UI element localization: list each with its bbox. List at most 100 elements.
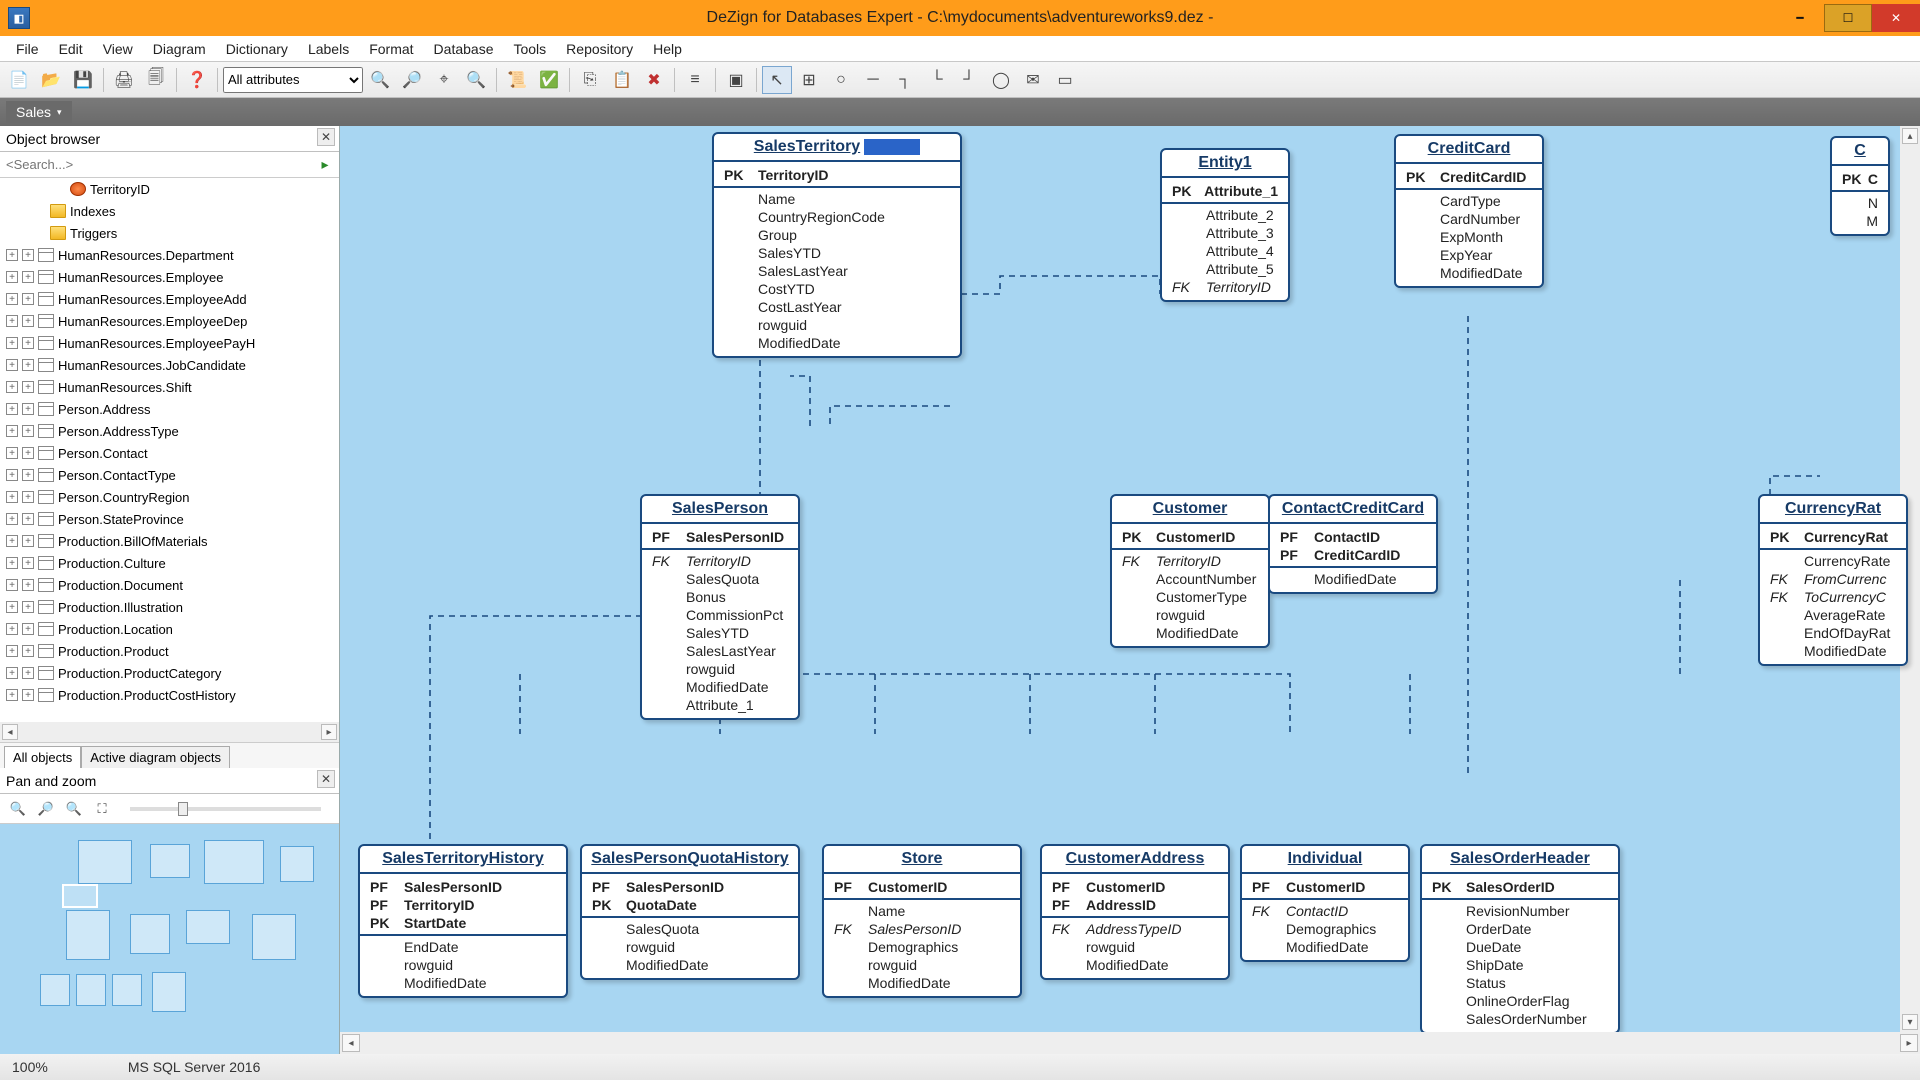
tree-table-item[interactable]: ++Person.Address — [0, 398, 339, 420]
validate-button[interactable]: ✅ — [534, 66, 564, 94]
expand-icon[interactable]: + — [22, 557, 34, 569]
entity-ContactCreditCard[interactable]: ContactCreditCardPFContactIDPFCreditCard… — [1268, 494, 1438, 594]
script-button[interactable]: 📜 — [502, 66, 532, 94]
expand-icon[interactable]: + — [6, 425, 18, 437]
note-tool[interactable]: ◯ — [986, 66, 1016, 94]
search-go-icon[interactable]: ▸ — [315, 155, 335, 175]
entity-SalesPerson[interactable]: SalesPersonPFSalesPersonIDFKTerritoryIDS… — [640, 494, 800, 720]
zoom-slider[interactable] — [130, 807, 321, 811]
save-button[interactable]: 💾 — [68, 66, 98, 94]
rel1-tool[interactable]: ─ — [858, 66, 888, 94]
tree-table-item[interactable]: ++Production.Document — [0, 574, 339, 596]
expand-icon[interactable]: + — [6, 645, 18, 657]
tree-table-item[interactable]: ++HumanResources.Shift — [0, 376, 339, 398]
tree-table-item[interactable]: ++HumanResources.EmployeeAdd — [0, 288, 339, 310]
entity-SalesTerritory[interactable]: SalesTerritoryPKTerritoryIDNameCountryRe… — [712, 132, 962, 358]
entity-Customer[interactable]: CustomerPKCustomerIDFKTerritoryIDAccount… — [1110, 494, 1270, 648]
align-button[interactable]: ≡ — [680, 66, 710, 94]
minimap[interactable] — [0, 824, 339, 1054]
zoom-fit-button[interactable]: 🔍 — [365, 66, 395, 94]
tree-table-item[interactable]: ++Production.ProductCostHistory — [0, 684, 339, 706]
entity-tool[interactable]: ⊞ — [794, 66, 824, 94]
menu-repository[interactable]: Repository — [556, 37, 643, 61]
expand-icon[interactable]: + — [6, 293, 18, 305]
zoom-area-button[interactable]: ⌖ — [429, 66, 459, 94]
expand-icon[interactable]: + — [22, 249, 34, 261]
entity-SalesOrderHeader[interactable]: SalesOrderHeaderPKSalesOrderIDRevisionNu… — [1420, 844, 1620, 1034]
expand-icon[interactable]: + — [6, 601, 18, 613]
tree-table-item[interactable]: ++Production.BillOfMaterials — [0, 530, 339, 552]
tree-table-item[interactable]: ++Person.AddressType — [0, 420, 339, 442]
scroll-up-icon[interactable]: ▴ — [1902, 128, 1918, 144]
expand-icon[interactable]: + — [22, 293, 34, 305]
zoom-in-icon[interactable]: 🔎 — [36, 799, 56, 819]
expand-icon[interactable]: + — [22, 403, 34, 415]
scroll-down-icon[interactable]: ▾ — [1902, 1014, 1918, 1030]
stamp-tool[interactable]: ✉ — [1018, 66, 1048, 94]
browser-tab[interactable]: All objects — [4, 746, 81, 768]
menu-edit[interactable]: Edit — [49, 37, 93, 61]
tree-table-item[interactable]: ++HumanResources.Department — [0, 244, 339, 266]
zoom-fit-icon[interactable]: ⛶ — [92, 799, 112, 819]
open-button[interactable]: 📂 — [36, 66, 66, 94]
menu-help[interactable]: Help — [643, 37, 692, 61]
rel3-tool[interactable]: └ — [922, 66, 952, 94]
expand-icon[interactable]: + — [22, 623, 34, 635]
tree-table-item[interactable]: ++Production.Illustration — [0, 596, 339, 618]
tree-table-item[interactable]: ++HumanResources.EmployeeDep — [0, 310, 339, 332]
tree-table-item[interactable]: ++Person.ContactType — [0, 464, 339, 486]
expand-icon[interactable]: + — [6, 491, 18, 503]
tree-table-item[interactable]: ++Person.Contact — [0, 442, 339, 464]
expand-icon[interactable]: + — [6, 381, 18, 393]
tree-table-item[interactable]: ++Person.StateProvince — [0, 508, 339, 530]
expand-icon[interactable]: + — [6, 689, 18, 701]
tree-table-item[interactable]: ++Production.Location — [0, 618, 339, 640]
expand-icon[interactable]: + — [22, 381, 34, 393]
tree-item[interactable]: Triggers — [0, 222, 339, 244]
menu-labels[interactable]: Labels — [298, 37, 359, 61]
expand-icon[interactable]: + — [22, 271, 34, 283]
entity-CurrencyRate[interactable]: CurrencyRatPKCurrencyRatCurrencyRateFKFr… — [1758, 494, 1908, 666]
tree-table-item[interactable]: ++HumanResources.JobCandidate — [0, 354, 339, 376]
print-button[interactable]: 🖨 — [109, 66, 139, 94]
menu-tools[interactable]: Tools — [503, 37, 556, 61]
expand-icon[interactable]: + — [6, 579, 18, 591]
view-tool[interactable]: ○ — [826, 66, 856, 94]
diagram-canvas[interactable]: ▴ ▾ SalesTerritoryPKTerritoryIDNameCount… — [340, 126, 1920, 1054]
subdiagram-button[interactable]: ▣ — [721, 66, 751, 94]
entity-CreditCard[interactable]: CreditCardPKCreditCardIDCardTypeCardNumb… — [1394, 134, 1544, 288]
scroll-left-icon[interactable]: ◂ — [342, 1034, 360, 1052]
expand-icon[interactable]: + — [6, 667, 18, 679]
help-button[interactable]: ❓ — [182, 66, 212, 94]
rel2-tool[interactable]: ┐ — [890, 66, 920, 94]
expand-icon[interactable]: + — [22, 535, 34, 547]
expand-icon[interactable]: + — [6, 337, 18, 349]
expand-icon[interactable]: + — [22, 359, 34, 371]
expand-icon[interactable]: + — [6, 469, 18, 481]
menu-file[interactable]: File — [6, 37, 49, 61]
menu-diagram[interactable]: Diagram — [143, 37, 216, 61]
pointer-tool[interactable]: ↖ — [762, 66, 792, 94]
expand-icon[interactable]: + — [22, 667, 34, 679]
paste-button[interactable]: 📋 — [607, 66, 637, 94]
tree-item[interactable]: TerritoryID — [0, 178, 339, 200]
delete-button[interactable]: ✖ — [639, 66, 669, 94]
expand-icon[interactable]: + — [6, 403, 18, 415]
close-button[interactable]: ✕ — [1872, 4, 1920, 32]
object-browser-close[interactable]: ✕ — [317, 128, 335, 146]
expand-icon[interactable]: + — [22, 469, 34, 481]
tree-item[interactable]: Indexes — [0, 200, 339, 222]
entity-Store[interactable]: StorePFCustomerIDNameFKSalesPersonIDDemo… — [822, 844, 1022, 998]
scroll-right-icon[interactable]: ▸ — [1900, 1034, 1918, 1052]
new-button[interactable]: 📄 — [4, 66, 34, 94]
expand-icon[interactable]: + — [22, 689, 34, 701]
expand-icon[interactable]: + — [6, 447, 18, 459]
menu-database[interactable]: Database — [424, 37, 504, 61]
zoom-out-button[interactable]: 🔍 — [461, 66, 491, 94]
expand-icon[interactable]: + — [6, 535, 18, 547]
expand-icon[interactable]: + — [6, 359, 18, 371]
expand-icon[interactable]: + — [6, 557, 18, 569]
scroll-left-icon[interactable]: ◂ — [2, 724, 18, 740]
expand-icon[interactable]: + — [22, 645, 34, 657]
canvas-h-scrollbar[interactable]: ◂ ▸ — [340, 1032, 1920, 1054]
